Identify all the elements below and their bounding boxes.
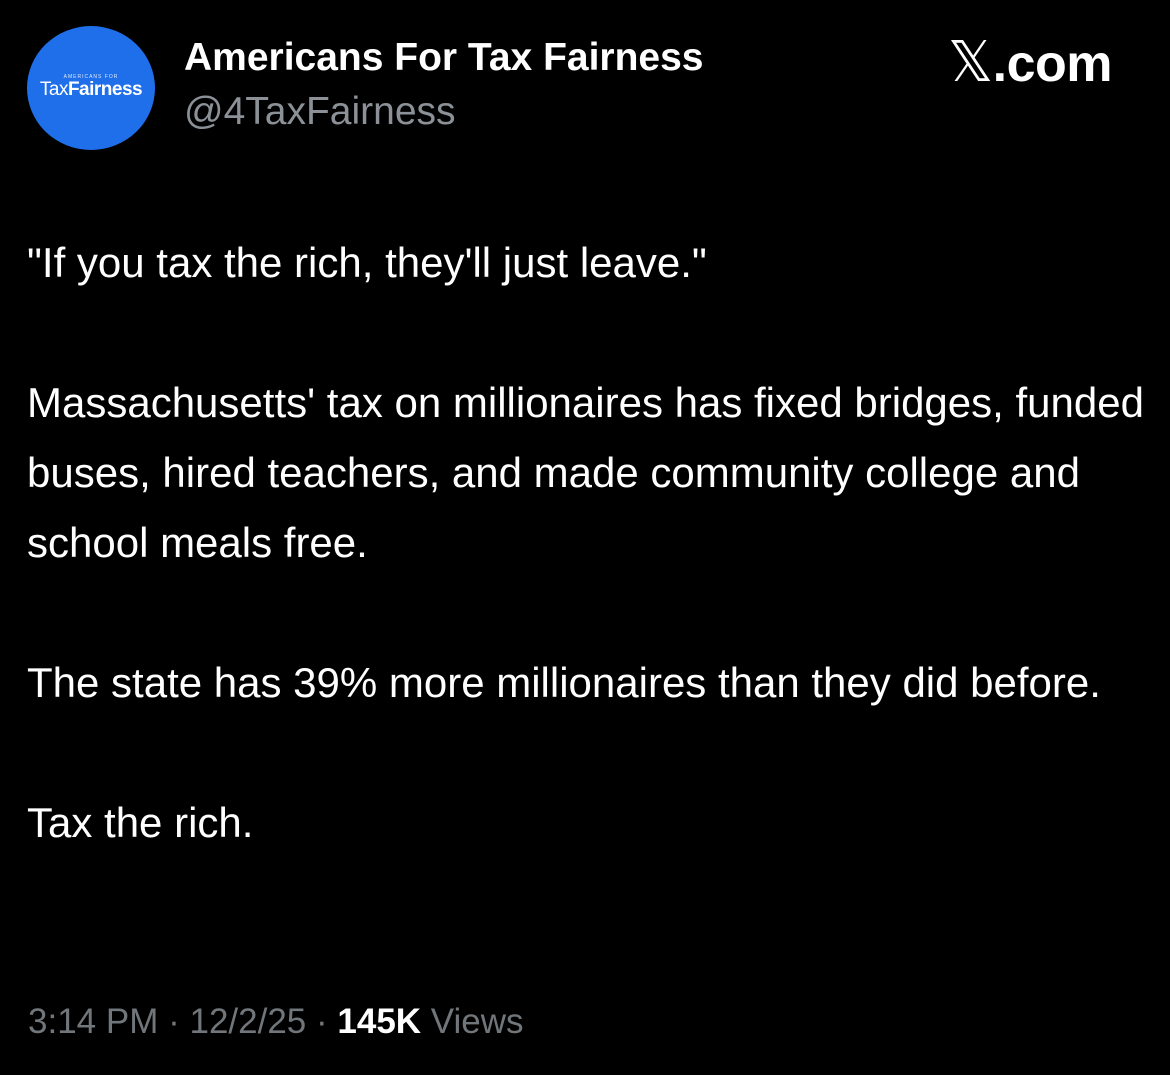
meta-separator: · xyxy=(316,1002,328,1041)
tweet-date[interactable]: 12/2/25 xyxy=(189,1002,306,1041)
views-count[interactable]: 145K xyxy=(337,1002,421,1041)
tweet-time[interactable]: 3:14 PM xyxy=(28,1002,158,1041)
tweet-paragraph: "If you tax the rich, they'll just leave… xyxy=(27,239,707,286)
avatar-logo-fairness: Fairness xyxy=(67,79,143,100)
tweet-paragraph: Tax the rich. xyxy=(27,799,254,846)
brand-domain: .com xyxy=(992,35,1113,93)
author-handle[interactable]: @4TaxFairness xyxy=(184,90,456,134)
tweet-paragraph: Massachusetts' tax on millionaires has f… xyxy=(27,379,1144,566)
avatar-logo-tax: Tax xyxy=(39,79,69,100)
tweet-card: AMERICANS FOR TaxFairness Americans For … xyxy=(0,0,1170,1075)
tweet-paragraph: The state has 39% more millionaires than… xyxy=(27,659,1101,706)
x-com-watermark: 𝕏.com xyxy=(948,30,1113,95)
views-label: Views xyxy=(430,1002,524,1041)
tweet-meta: 3:14 PM · 12/2/25 · 145K Views xyxy=(28,1002,524,1042)
avatar-logo: TaxFairness xyxy=(27,79,155,101)
author-display-name[interactable]: Americans For Tax Fairness xyxy=(184,36,704,80)
x-logo-icon: 𝕏 xyxy=(948,30,993,95)
tweet-body: "If you tax the rich, they'll just leave… xyxy=(27,228,1147,858)
avatar[interactable]: AMERICANS FOR TaxFairness xyxy=(27,26,155,150)
meta-separator: · xyxy=(168,1002,180,1041)
